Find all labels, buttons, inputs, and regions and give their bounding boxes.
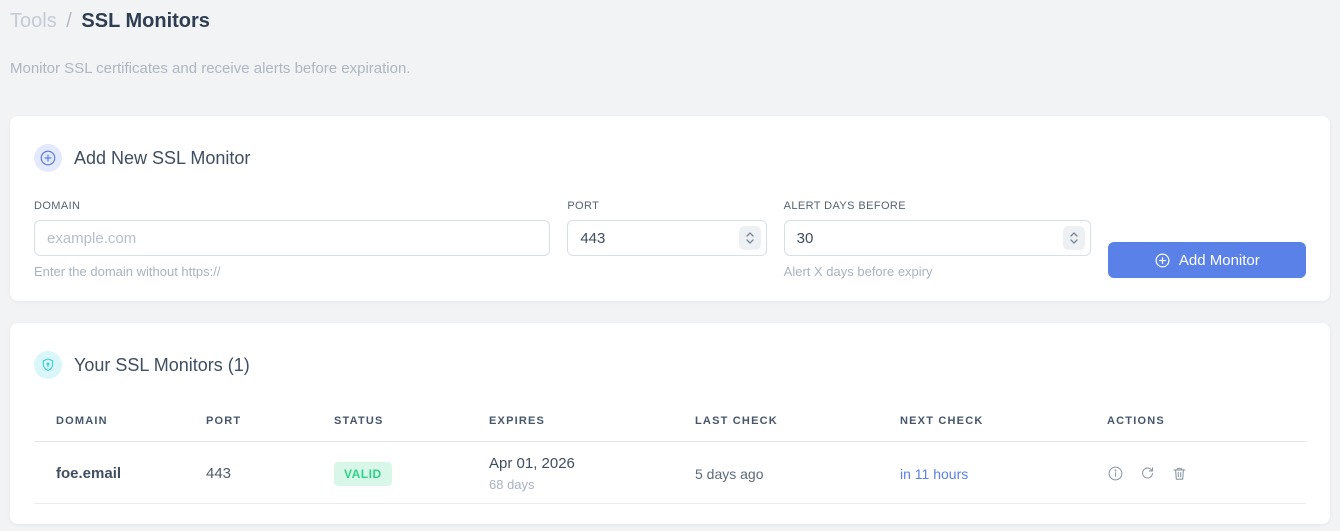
breadcrumb-separator: /: [66, 10, 72, 32]
ssl-monitors-page: Tools / SSL Monitors Monitor SSL certifi…: [0, 0, 1340, 524]
status-badge: VALID: [334, 461, 392, 486]
refresh-button[interactable]: [1139, 465, 1156, 482]
alert-days-helper-text: Alert X days before expiry: [783, 264, 933, 279]
page-title: SSL Monitors: [81, 10, 210, 32]
next-check: in 11 hours: [900, 441, 1107, 504]
add-monitor-button-label: Add Monitor: [1178, 251, 1260, 269]
port-input[interactable]: [567, 220, 767, 256]
add-monitor-button[interactable]: Add Monitor: [1107, 242, 1306, 278]
info-icon: [1107, 465, 1124, 482]
table-header-row: DOMAIN PORT STATUS EXPIRES LAST CHECK NE…: [34, 403, 1306, 442]
port-stepper[interactable]: [738, 226, 761, 250]
monitor-port: 443: [206, 441, 334, 504]
breadcrumb-tools[interactable]: Tools: [10, 10, 57, 32]
monitors-table: DOMAIN PORT STATUS EXPIRES LAST CHECK NE…: [34, 403, 1306, 504]
alert-days-field-group: ALERT DAYS BEFORE Alert X days before ex…: [783, 200, 1091, 279]
port-field-group: PORT: [567, 200, 767, 279]
add-monitor-card-header: Add New SSL Monitor: [34, 144, 1306, 172]
port-label: PORT: [567, 200, 600, 212]
column-header-domain: DOMAIN: [34, 403, 206, 442]
shield-icon: [34, 351, 62, 379]
monitors-card-header: Your SSL Monitors (1): [34, 351, 1306, 379]
plus-circle-icon: [34, 144, 62, 172]
domain-field-group: DOMAIN Enter the domain without https://: [34, 200, 551, 279]
expires-remaining: 68 days: [489, 477, 535, 492]
submit-column: Add Monitor: [1107, 200, 1306, 279]
domain-label: DOMAIN: [34, 200, 81, 212]
breadcrumb: Tools / SSL Monitors: [10, 8, 1330, 34]
column-header-port: PORT: [206, 403, 334, 442]
monitor-actions-cell: [1107, 441, 1306, 504]
port-input-wrap: [567, 220, 767, 256]
alert-days-label: ALERT DAYS BEFORE: [783, 200, 906, 212]
monitors-card-title: Your SSL Monitors (1): [74, 354, 250, 375]
table-row: foe.email 443 VALID Apr 01, 2026 68 days…: [34, 441, 1306, 504]
column-header-status: STATUS: [334, 403, 489, 442]
alert-days-input[interactable]: [783, 220, 1091, 256]
row-actions: [1107, 465, 1306, 482]
domain-helper-text: Enter the domain without https://: [34, 264, 221, 279]
expires-date: Apr 01, 2026: [489, 455, 575, 472]
column-header-expires: EXPIRES: [489, 403, 695, 442]
last-check: 5 days ago: [695, 441, 900, 504]
column-header-next-check: NEXT CHECK: [900, 403, 1107, 442]
add-monitor-card-title: Add New SSL Monitor: [74, 147, 251, 168]
delete-button[interactable]: [1171, 465, 1188, 482]
alert-days-input-wrap: [783, 220, 1091, 256]
monitors-list-card: Your SSL Monitors (1) DOMAIN PORT STATUS…: [10, 323, 1330, 524]
domain-input[interactable]: [34, 220, 551, 256]
trash-icon: [1171, 465, 1188, 482]
domain-input-wrap: [34, 220, 551, 256]
column-header-actions: ACTIONS: [1107, 403, 1306, 442]
monitor-status-cell: VALID: [334, 441, 489, 504]
monitor-domain: foe.email: [34, 441, 206, 504]
alert-days-stepper[interactable]: [1062, 226, 1085, 250]
refresh-icon: [1139, 465, 1156, 482]
info-button[interactable]: [1107, 465, 1124, 482]
page-subtitle: Monitor SSL certificates and receive ale…: [10, 60, 411, 77]
column-header-last-check: LAST CHECK: [695, 403, 900, 442]
add-monitor-form: DOMAIN Enter the domain without https://…: [34, 200, 1306, 279]
monitor-expires-cell: Apr 01, 2026 68 days: [489, 441, 695, 504]
plus-circle-icon: [1154, 252, 1171, 269]
add-monitor-card: Add New SSL Monitor DOMAIN Enter the dom…: [10, 116, 1330, 301]
